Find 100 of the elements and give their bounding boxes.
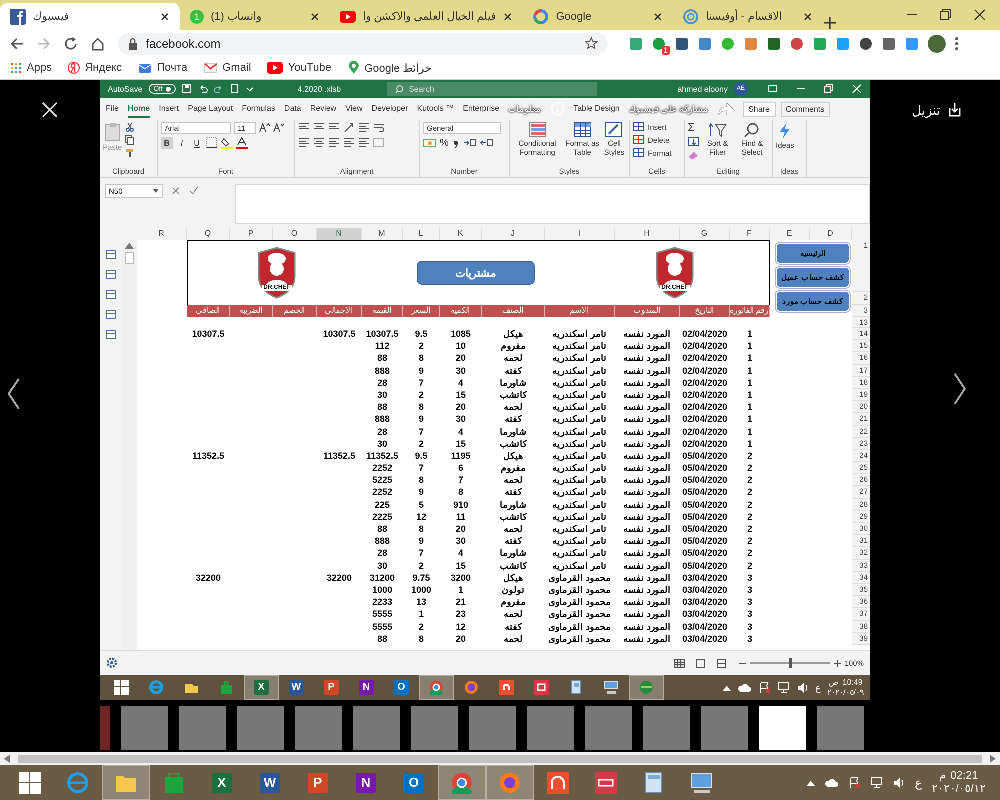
increase-decimal-icon[interactable] xyxy=(462,137,477,149)
zoom-in-icon[interactable] xyxy=(834,660,841,666)
ribbon-tab[interactable]: Insert xyxy=(159,100,180,118)
slider-thumb[interactable] xyxy=(788,658,792,668)
ribbon-tab[interactable]: Data xyxy=(284,100,302,118)
thumbnail[interactable] xyxy=(295,706,342,750)
copy-icon[interactable] xyxy=(125,135,136,145)
page-break-icon[interactable] xyxy=(716,658,727,668)
grow-font-icon[interactable] xyxy=(259,123,270,133)
address-bar[interactable]: facebook.com xyxy=(118,32,608,54)
wrap-text-icon[interactable] xyxy=(373,122,385,134)
restore-icon[interactable] xyxy=(824,84,834,94)
ribbon-tab[interactable]: Review xyxy=(310,100,337,118)
taskbar-button[interactable]: W xyxy=(279,675,314,700)
close-icon[interactable] xyxy=(160,12,170,22)
network-icon[interactable] xyxy=(778,682,790,694)
autosum-button[interactable]: Σ xyxy=(688,122,700,134)
ribbon-tab[interactable]: Page Layout xyxy=(188,100,234,118)
taskbar-button[interactable]: O xyxy=(384,675,419,700)
binoculars-icon[interactable] xyxy=(106,330,116,340)
merge-cells-icon[interactable] xyxy=(373,137,385,149)
close-icon[interactable] xyxy=(803,12,814,22)
show-hidden-icon[interactable] xyxy=(722,684,731,690)
extension-icon[interactable] xyxy=(767,36,781,50)
thumbnail[interactable] xyxy=(353,706,400,750)
browser-tab[interactable]: الاقسام - أوفيسنا xyxy=(673,3,824,30)
settings-icon[interactable] xyxy=(106,657,118,669)
taskbar-button[interactable]: X xyxy=(244,675,279,700)
undo-icon[interactable] xyxy=(198,84,208,94)
ribbon-tab[interactable]: Developer xyxy=(372,100,408,118)
ribbon-tab[interactable]: File xyxy=(106,100,119,118)
dropdown-caret-icon[interactable] xyxy=(246,85,254,93)
align-right-icon[interactable] xyxy=(328,137,340,149)
network-icon[interactable] xyxy=(870,776,883,788)
thumbnail[interactable] xyxy=(121,706,168,750)
restore-icon[interactable] xyxy=(940,9,952,21)
bookmark-link[interactable]: Google خرائط xyxy=(348,61,432,75)
percent-button[interactable]: % xyxy=(440,138,449,148)
normal-view-icon[interactable] xyxy=(674,658,685,668)
align-center-icon[interactable] xyxy=(313,137,325,149)
volume-icon[interactable] xyxy=(892,776,905,788)
thumbnail[interactable] xyxy=(527,706,574,750)
extension-icon[interactable] xyxy=(652,36,666,50)
scroll-up-icon[interactable] xyxy=(125,242,134,249)
text-direction-icon[interactable] xyxy=(358,122,370,134)
taskbar-button[interactable]: P xyxy=(314,675,349,700)
ribbon-tab[interactable]: Kutools ™ xyxy=(417,100,454,118)
list-icon[interactable] xyxy=(106,270,116,280)
page-layout-icon[interactable] xyxy=(694,658,706,668)
save-icon[interactable] xyxy=(182,84,192,94)
cloud-icon[interactable] xyxy=(824,778,839,788)
taskbar-button[interactable]: N xyxy=(342,765,390,800)
browser-tab[interactable]: Google xyxy=(523,3,674,30)
keyboard-language[interactable]: ع xyxy=(816,682,821,692)
extension-icon[interactable] xyxy=(790,36,804,50)
menu-icon[interactable] xyxy=(955,36,959,50)
document-icon[interactable] xyxy=(230,84,240,94)
close-icon[interactable] xyxy=(310,12,320,22)
ribbon-tab[interactable]: Enterprise xyxy=(463,100,500,118)
cloud-icon[interactable] xyxy=(738,682,752,692)
taskbar-button[interactable] xyxy=(438,765,486,800)
thumbnail[interactable] xyxy=(701,706,748,750)
bookmark-link[interactable]: Apps xyxy=(10,62,52,74)
thumbnail[interactable] xyxy=(179,706,226,750)
bookmark-link[interactable]: YouTube xyxy=(267,62,332,74)
comments-button[interactable]: Comments xyxy=(780,102,830,116)
italic-button[interactable]: I xyxy=(176,137,188,149)
underline-button[interactable]: U xyxy=(191,137,203,149)
show-hidden-icon[interactable] xyxy=(806,780,815,786)
thumbnail[interactable] xyxy=(759,706,806,750)
star-icon[interactable] xyxy=(585,37,598,50)
scrollbar-thumb[interactable] xyxy=(125,252,134,264)
bookmark-link[interactable]: Яндекс xyxy=(68,62,122,74)
brush-icon[interactable] xyxy=(125,148,136,158)
close-icon[interactable] xyxy=(503,12,514,22)
orientation-icon[interactable] xyxy=(343,122,355,134)
thumbnail[interactable] xyxy=(585,706,632,750)
close-icon[interactable] xyxy=(974,9,986,21)
decrease-decimal-icon[interactable] xyxy=(480,137,494,149)
taskbar-button[interactable]: N xyxy=(349,675,384,700)
currency-icon[interactable] xyxy=(423,137,437,149)
decrease-indent-icon[interactable] xyxy=(343,137,355,149)
taskbar-button[interactable]: W xyxy=(246,765,294,800)
formula-input[interactable] xyxy=(235,184,870,224)
scissors-icon[interactable] xyxy=(125,122,136,132)
ribbon-tab[interactable]: Formulas xyxy=(242,100,276,118)
flag-icon[interactable] xyxy=(848,776,861,788)
fill-down-icon[interactable] xyxy=(688,137,700,147)
volume-icon[interactable] xyxy=(796,682,809,694)
profile-avatar-icon[interactable] xyxy=(928,34,946,52)
info-link[interactable]: معلومات xyxy=(508,104,542,114)
ribbon-tab[interactable]: Home xyxy=(128,100,150,118)
redo-icon[interactable] xyxy=(214,84,224,94)
increase-indent-icon[interactable] xyxy=(358,137,370,149)
ribbon-tab[interactable]: Table Design xyxy=(574,100,620,118)
browser-tab[interactable]: فيسبوك xyxy=(0,3,180,30)
keyboard-language[interactable]: ع xyxy=(914,776,922,790)
download-link[interactable]: تنزيل xyxy=(912,102,963,118)
taskbar-button[interactable]: O xyxy=(390,765,438,800)
reload-icon[interactable] xyxy=(64,36,78,50)
